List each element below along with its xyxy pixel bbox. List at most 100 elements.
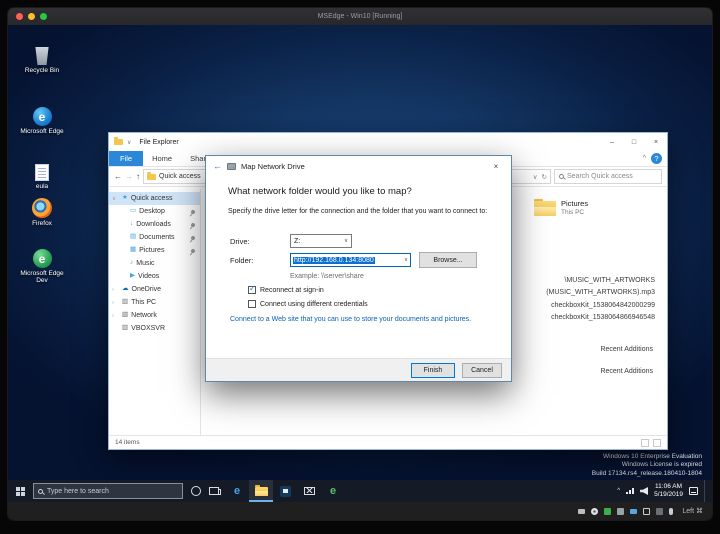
close-icon[interactable]: ×	[481, 156, 511, 177]
hdd-status-icon[interactable]	[578, 508, 586, 514]
item-count: 14 items	[115, 439, 140, 446]
recording-status-icon[interactable]	[656, 507, 664, 515]
taskbar-clock[interactable]: 11:06 AM 5/19/2019	[654, 483, 683, 499]
zoom-vm-button[interactable]	[40, 13, 47, 20]
recent-file-item[interactable]: (MUSIC_WITH_ARTWORKS).mp3	[546, 289, 655, 296]
volume-icon[interactable]	[640, 487, 649, 495]
recent-group-label[interactable]: Recent Additions	[600, 368, 653, 375]
cd-status-icon[interactable]	[591, 507, 599, 515]
close-icon[interactable]: ×	[645, 133, 667, 151]
search-input[interactable]: Search Quick access	[554, 169, 662, 184]
display-status-icon[interactable]	[643, 507, 651, 515]
sidebar-item-vboxsvr[interactable]: ▥ VBOXSVR	[109, 322, 200, 335]
explorer-titlebar[interactable]: ∨ File Explorer – □ ×	[109, 133, 667, 151]
desktop-icon-eula[interactable]: eula	[17, 164, 67, 190]
taskbar-edge-button[interactable]: e	[225, 480, 249, 502]
credentials-checkbox[interactable]	[248, 300, 256, 308]
recent-group-label[interactable]: Recent Additions	[600, 346, 653, 353]
tab-file[interactable]: File	[109, 151, 144, 166]
recent-file-item[interactable]: \MUSIC_WITH_ARTWORKS	[565, 277, 656, 284]
ribbon-collapse-icon[interactable]: ^	[643, 155, 646, 162]
search-icon	[38, 488, 43, 494]
reconnect-checkbox[interactable]: ✓	[248, 284, 256, 294]
watermark-line: Windows License is expired	[621, 461, 702, 469]
connect-website-link[interactable]: Connect to a Web site that you can use t…	[230, 316, 497, 323]
chevron-down-icon[interactable]: ∨	[404, 257, 408, 263]
cortana-icon[interactable]	[191, 486, 201, 496]
taskbar-store-button[interactable]	[273, 480, 297, 502]
browse-button[interactable]: Browse...	[419, 252, 477, 268]
tray-chevron-up-icon[interactable]: ^	[617, 488, 620, 494]
cancel-button[interactable]: Cancel	[462, 362, 502, 378]
taskbar-edge-dev-button[interactable]: e	[321, 480, 345, 502]
back-icon[interactable]: ←	[213, 162, 222, 171]
mouse-status-icon[interactable]	[669, 507, 674, 515]
sidebar-item-this-pc[interactable]: › ▥ This PC	[109, 296, 200, 309]
sidebar-item-documents[interactable]: ▤ Documents	[109, 231, 200, 244]
desktop-icon-edge-dev[interactable]: e Microsoft Edge Dev	[17, 249, 67, 285]
reconnect-checkbox-row[interactable]: ✓ Reconnect at sign-in	[248, 284, 324, 294]
help-icon[interactable]: ?	[651, 153, 662, 164]
taskbar-explorer-button[interactable]	[249, 480, 273, 502]
taskbar-mail-button[interactable]	[297, 480, 321, 502]
sidebar-item-desktop[interactable]: ▭ Desktop	[109, 205, 200, 218]
thumbnails-view-button[interactable]	[653, 438, 661, 447]
desktop-icon-label: eula	[35, 183, 49, 190]
network-tray-icon[interactable]	[626, 488, 635, 494]
caption-buttons: – □ ×	[601, 133, 667, 151]
details-view-button[interactable]	[641, 438, 649, 447]
forward-icon[interactable]: →	[125, 172, 133, 181]
back-icon[interactable]: ←	[114, 172, 122, 181]
address-text: Quick access	[159, 173, 201, 180]
sidebar-item-pictures[interactable]: ▦ Pictures	[109, 244, 200, 257]
tab-home[interactable]: Home	[143, 151, 181, 166]
start-button[interactable]	[8, 480, 33, 502]
sidebar-item-onedrive[interactable]: › ☁ OneDrive	[109, 283, 200, 296]
desktop-icon-recycle-bin[interactable]: Recycle Bin	[17, 47, 67, 74]
ribbon-right: ^ ?	[643, 151, 667, 166]
sidebar-item-network[interactable]: › ▧ Network	[109, 309, 200, 322]
desktop-icon-firefox[interactable]: Firefox	[17, 198, 67, 227]
folder-combobox[interactable]: http://192.168.0.134:8080 ∨	[290, 253, 411, 267]
expander-icon[interactable]: ›	[112, 287, 114, 293]
close-vm-button[interactable]	[16, 13, 23, 20]
folder-tile-pictures[interactable]: Pictures This PC	[534, 198, 588, 216]
network-status-icon[interactable]	[604, 507, 612, 515]
sidebar-item-downloads[interactable]: ↓ Downloads	[109, 218, 200, 231]
sidebar-item-music[interactable]: ♪ Music	[109, 257, 200, 270]
minimize-vm-button[interactable]	[28, 13, 35, 20]
chevron-down-icon[interactable]: ∨	[533, 173, 538, 181]
mail-icon	[303, 487, 315, 495]
action-center-icon[interactable]	[689, 487, 698, 495]
vm-titlebar[interactable]: MSEdge - Win10 [Running]	[8, 8, 712, 25]
up-icon[interactable]: ↑	[136, 172, 140, 181]
expander-icon[interactable]: ›	[112, 300, 114, 306]
music-icon: ♪	[130, 259, 134, 267]
drive-select[interactable]: Z: ∨	[290, 234, 352, 248]
shared-folders-status-icon[interactable]	[630, 508, 638, 514]
usb-status-icon[interactable]	[617, 507, 625, 515]
recent-file-item[interactable]: checkboxKit_1538064842000299	[551, 302, 655, 309]
credentials-checkbox-row[interactable]: Connect using different credentials	[248, 300, 368, 308]
finish-button[interactable]: Finish	[411, 362, 455, 378]
desktop-icon-edge[interactable]: e Microsoft Edge	[17, 107, 67, 135]
minimize-icon[interactable]: –	[601, 133, 623, 151]
show-desktop-button[interactable]	[704, 480, 707, 502]
desktop-icon-label: Firefox	[32, 220, 52, 227]
windows-desktop[interactable]: Recycle Bin e Microsoft Edge eula Firefo…	[8, 25, 712, 480]
sidebar-item-quick-access[interactable]: ∨ ★ Quick access	[109, 192, 200, 205]
navigation-pane: ∨ ★ Quick access ▭ Desktop ↓ Downloads ▤…	[109, 189, 201, 435]
quick-access-toolbar-icon[interactable]: ∨	[127, 139, 131, 146]
dialog-titlebar[interactable]: ← Map Network Drive ×	[206, 156, 511, 177]
taskbar-search-input[interactable]: Type here to search	[33, 483, 183, 499]
expander-icon[interactable]: ∨	[112, 196, 116, 202]
status-bar: 14 items	[109, 435, 667, 449]
store-icon	[279, 485, 291, 497]
recent-file-item[interactable]: checkboxKit_1538064866946548	[551, 314, 655, 321]
task-view-icon[interactable]	[209, 487, 221, 495]
maximize-icon[interactable]: □	[623, 133, 645, 151]
refresh-icon[interactable]: ↻	[542, 173, 547, 181]
expander-icon[interactable]: ›	[112, 313, 114, 319]
folder-icon	[534, 198, 556, 216]
sidebar-item-videos[interactable]: ▶ Videos	[109, 270, 200, 283]
